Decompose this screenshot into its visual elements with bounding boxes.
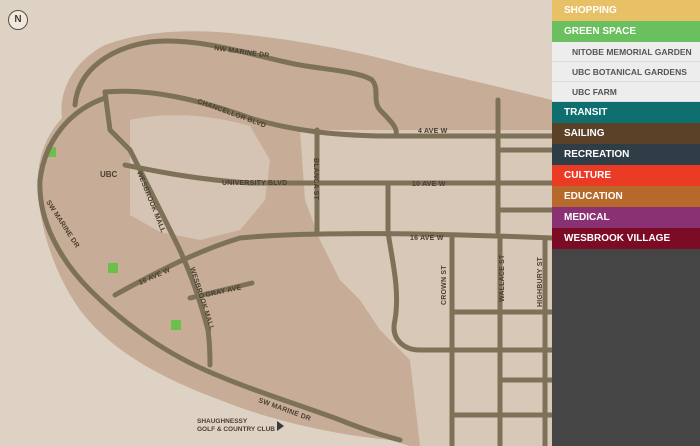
category-recreation[interactable]: RECREATION	[552, 144, 700, 165]
category-shopping[interactable]: SHOPPING	[552, 0, 700, 21]
poi-label-shaughnessy[interactable]: SHAUGHNESSY GOLF & COUNTRY CLUB	[197, 418, 275, 434]
compass-letter: N	[14, 14, 22, 25]
road-label-crown: CROWN ST	[441, 265, 448, 305]
green-space-marker[interactable]	[171, 320, 181, 330]
subcategory-nitobe-memorial-garden[interactable]: NITOBE MEMORIAL GARDEN	[552, 42, 700, 62]
category-sailing[interactable]: SAILING	[552, 123, 700, 144]
category-panel: SHOPPING GREEN SPACE NITOBE MEMORIAL GAR…	[552, 0, 700, 446]
road-label-highbury: HIGHBURY ST	[537, 256, 544, 307]
road-label-10-ave: 10 AVE W	[412, 181, 446, 188]
area-label-ubc: UBC	[100, 170, 118, 179]
category-medical[interactable]: MEDICAL	[552, 207, 700, 228]
road-label-university: UNIVERSITY BLVD	[222, 180, 287, 187]
subcategory-ubc-farm[interactable]: UBC FARM	[552, 82, 700, 102]
road-label-wallace: WALLACE ST	[499, 254, 506, 302]
category-culture[interactable]: CULTURE	[552, 165, 700, 186]
compass-icon: N	[8, 10, 28, 30]
map-canvas[interactable]: UBC NW MARINE DR CHANCELLOR BLVD 4 AVE W…	[0, 0, 552, 446]
category-transit[interactable]: TRANSIT	[552, 102, 700, 123]
green-space-marker[interactable]	[108, 263, 118, 273]
road-label-4-ave: 4 AVE W	[418, 128, 448, 135]
category-education[interactable]: EDUCATION	[552, 186, 700, 207]
category-wesbrook-village[interactable]: WESBROOK VILLAGE	[552, 228, 700, 249]
poi-line-1: SHAUGHNESSY	[197, 418, 248, 425]
poi-arrow-icon[interactable]	[277, 421, 284, 431]
road-label-16-ave-east: 16 AVE W	[410, 235, 444, 242]
map-area[interactable]: UBC NW MARINE DR CHANCELLOR BLVD 4 AVE W…	[0, 0, 552, 446]
road-label-blanca: BLANCA ST	[312, 158, 319, 201]
category-green-space[interactable]: GREEN SPACE	[552, 21, 700, 42]
subcategory-ubc-botanical-gardens[interactable]: UBC BOTANICAL GARDENS	[552, 62, 700, 82]
poi-line-2: GOLF & COUNTRY CLUB	[197, 426, 275, 433]
